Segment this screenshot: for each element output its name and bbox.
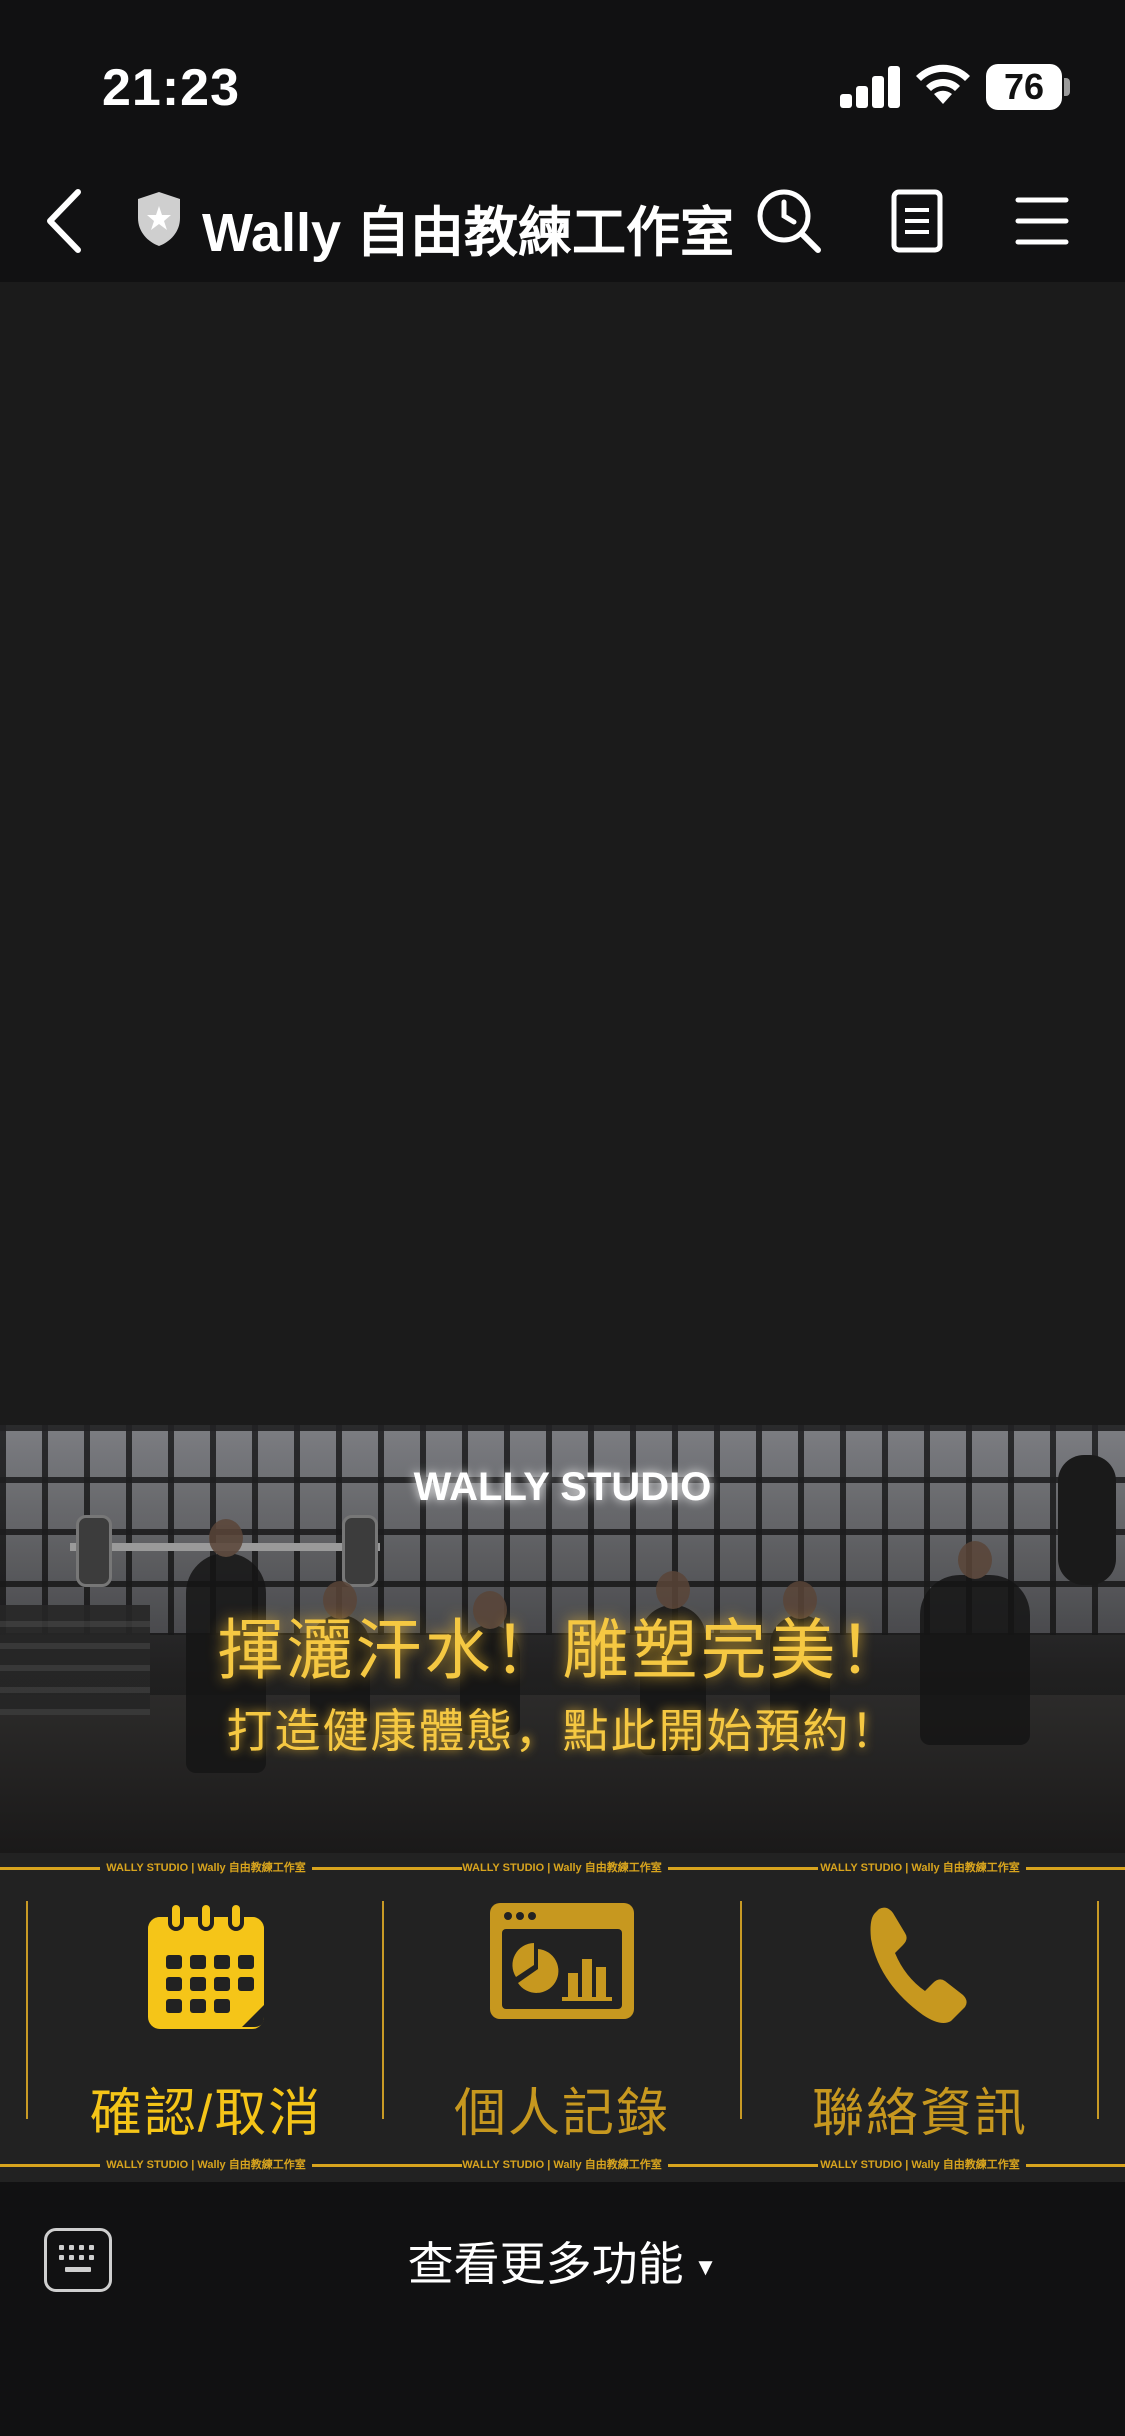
wifi-icon xyxy=(916,64,970,104)
confirm-cancel-label: 確認/取消 xyxy=(89,2085,323,2143)
personal-records-label: 個人記錄 xyxy=(453,2085,670,2143)
banner-headline: 揮灑汗水！雕塑完美！ xyxy=(217,1613,908,1687)
banner-subline: 打造健康體態，點此開始預約！ xyxy=(226,1705,899,1757)
see-more-label: 查看更多功能 xyxy=(407,2238,684,2290)
chat-title: Wally 自由教練工作室 xyxy=(202,203,735,263)
brand-strip-top: WALLY STUDIO | Wally 自由教練工作室 WALLY STUDI… xyxy=(0,1855,1125,1881)
status-time: 21:23 xyxy=(102,59,240,117)
see-more-features-toggle[interactable]: 查看更多功能 ▼ xyxy=(0,2228,1125,2294)
menu-icon[interactable] xyxy=(1004,184,1078,258)
strip-text: WALLY STUDIO | Wally 自由教練工作室 xyxy=(106,2159,306,2171)
strip-text: WALLY STUDIO | Wally 自由教練工作室 xyxy=(820,2159,1020,2171)
booking-banner[interactable]: WALLY STUDIO 揮灑汗水！雕塑完美！ 打造健康體態，點此開始預約！ xyxy=(0,1425,1125,1853)
battery-indicator: 76 xyxy=(986,64,1062,110)
personal-records-button[interactable]: 個人記錄 xyxy=(384,1891,740,2143)
phone-icon xyxy=(870,1907,967,2023)
chat-header: Wally 自由教練工作室 xyxy=(0,160,1125,282)
chart-window-icon xyxy=(490,1903,634,2019)
strip-text: WALLY STUDIO | Wally 自由教練工作室 xyxy=(820,1862,1020,1874)
banner-brand: WALLY STUDIO xyxy=(413,1465,712,1509)
caret-down-icon: ▼ xyxy=(693,2253,718,2281)
search-history-icon[interactable] xyxy=(752,184,826,258)
strip-text: WALLY STUDIO | Wally 自由教練工作室 xyxy=(462,2159,662,2171)
contact-info-button[interactable]: 聯絡資訊 xyxy=(742,1891,1098,2143)
cellular-signal-icon xyxy=(840,64,900,108)
status-bar: 21:23 76 xyxy=(0,0,1125,160)
brand-strip-bottom: WALLY STUDIO | Wally 自由教練工作室 WALLY STUDI… xyxy=(0,2152,1125,2178)
calendar-icon xyxy=(148,1901,264,2029)
rich-menu: WALLY STUDIO 揮灑汗水！雕塑完美！ 打造健康體態，點此開始預約！ W… xyxy=(0,1425,1125,2182)
verified-shield-icon xyxy=(138,192,180,246)
weight-plate-image xyxy=(342,1515,378,1587)
chat-message-area[interactable] xyxy=(0,282,1125,1425)
strip-text: WALLY STUDIO | Wally 自由教練工作室 xyxy=(462,1862,662,1874)
strip-text: WALLY STUDIO | Wally 自由教練工作室 xyxy=(106,1862,306,1874)
notes-icon[interactable] xyxy=(880,184,954,258)
rich-menu-toggle-bar: 查看更多功能 ▼ xyxy=(0,2182,1125,2436)
back-chevron-icon[interactable] xyxy=(40,184,90,258)
weight-plate-image xyxy=(76,1515,112,1587)
battery-nub xyxy=(1064,78,1070,96)
rich-menu-buttons: 確認/取消 個人記錄 聯絡資訊 xyxy=(0,1891,1125,2143)
contact-info-label: 聯絡資訊 xyxy=(811,2085,1028,2143)
confirm-cancel-button[interactable]: 確認/取消 xyxy=(28,1891,384,2143)
